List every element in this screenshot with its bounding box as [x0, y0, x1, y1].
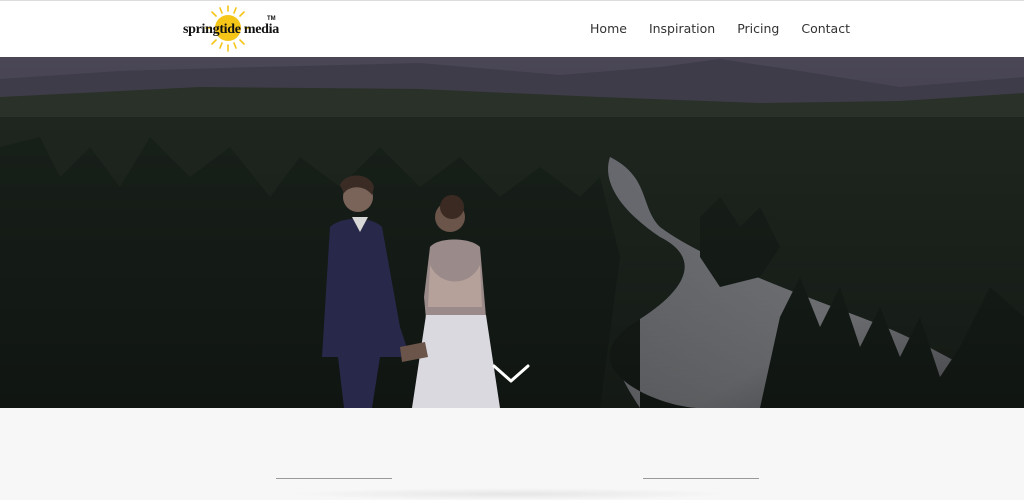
hero-image	[0, 57, 1024, 408]
main-nav: Home Inspiration Pricing Contact	[590, 21, 850, 36]
nav-home[interactable]: Home	[590, 21, 627, 36]
brand-logo[interactable]: springtide media TM	[183, 5, 279, 55]
trademark-mark: TM	[267, 16, 276, 22]
chevron-down-icon[interactable]	[491, 362, 531, 386]
nav-contact[interactable]: Contact	[801, 21, 850, 36]
section-divider-right	[643, 478, 759, 479]
nav-pricing[interactable]: Pricing	[737, 21, 779, 36]
brand-name: springtide media	[183, 22, 279, 37]
nav-inspiration[interactable]: Inspiration	[649, 21, 715, 36]
section-divider-left	[276, 478, 392, 479]
card-shadow	[285, 488, 735, 500]
site-header: springtide media TM Home Inspiration Pri…	[0, 0, 1024, 57]
